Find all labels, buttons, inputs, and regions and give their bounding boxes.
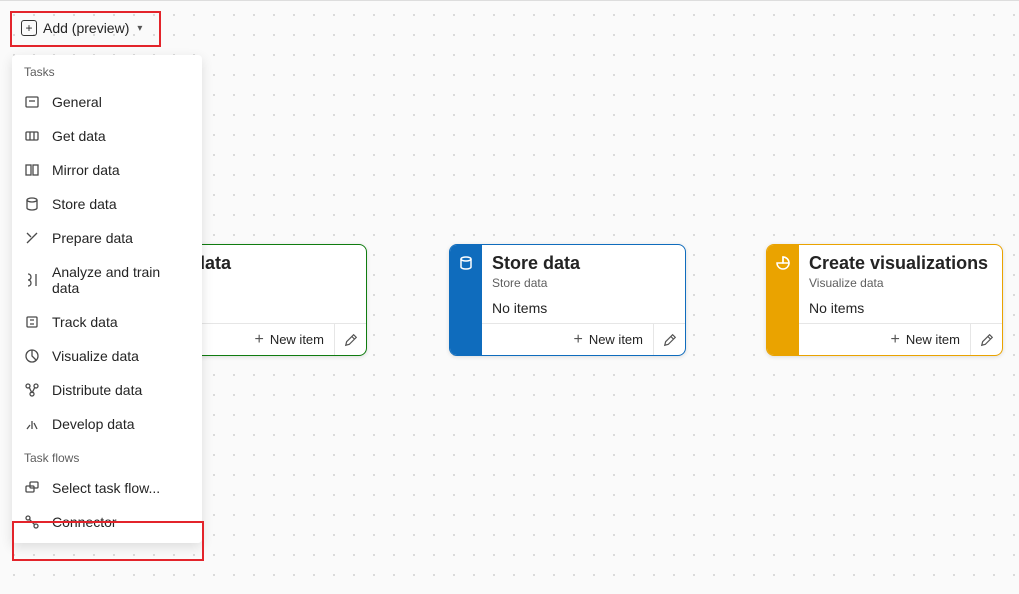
menu-item-connector[interactable]: Connector [12, 505, 202, 539]
add-label: Add (preview) [43, 20, 129, 36]
plus-icon: + [254, 332, 263, 348]
menu-item-label: Prepare data [52, 230, 133, 246]
card-stripe [450, 245, 482, 355]
distribute-data-icon [24, 382, 40, 398]
card-status: No items [492, 300, 675, 316]
task-card-store-data[interactable]: Store data Store data No items + New ite… [449, 244, 686, 356]
section-label-tasks: Tasks [12, 61, 202, 85]
menu-item-general[interactable]: General [12, 85, 202, 119]
plus-icon: + [573, 332, 582, 348]
menu-item-label: General [52, 94, 102, 110]
menu-item-label: Track data [52, 314, 118, 330]
menu-item-label: Get data [52, 128, 106, 144]
visualize-data-icon [24, 348, 40, 364]
pencil-icon [344, 333, 358, 347]
plus-icon: + [890, 332, 899, 348]
store-data-icon [24, 196, 40, 212]
menu-item-visualize-data[interactable]: Visualize data [12, 339, 202, 373]
menu-item-track-data[interactable]: Track data [12, 305, 202, 339]
menu-item-label: Develop data [52, 416, 135, 432]
menu-item-label: Connector [52, 514, 117, 530]
menu-item-prepare-data[interactable]: Prepare data [12, 221, 202, 255]
menu-item-distribute-data[interactable]: Distribute data [12, 373, 202, 407]
card-subtitle: Visualize data [809, 276, 992, 290]
mirror-data-icon [24, 162, 40, 178]
menu-item-select-task-flow[interactable]: Select task flow... [12, 471, 202, 505]
card-title: Create visualizations [809, 253, 992, 274]
new-item-label: New item [589, 332, 643, 347]
menu-item-label: Select task flow... [52, 480, 160, 496]
menu-item-develop-data[interactable]: Develop data [12, 407, 202, 441]
new-item-button[interactable]: + New item [244, 324, 334, 355]
edit-button[interactable] [334, 324, 366, 355]
card-stripe [767, 245, 799, 355]
menu-item-analyze-data[interactable]: Analyze and train data [12, 255, 202, 305]
general-icon [24, 94, 40, 110]
section-label-flows: Task flows [12, 447, 202, 471]
develop-data-icon [24, 416, 40, 432]
database-icon [458, 255, 474, 271]
track-data-icon [24, 314, 40, 330]
card-status: No items [809, 300, 992, 316]
task-card-visualize[interactable]: Create visualizations Visualize data No … [766, 244, 1003, 356]
add-dropdown: Tasks General Get data Mirror data Store… [12, 55, 202, 543]
new-item-label: New item [270, 332, 324, 347]
new-item-button[interactable]: + New item [563, 324, 653, 355]
menu-item-label: Visualize data [52, 348, 139, 364]
chevron-down-icon: ▾ [137, 23, 142, 34]
new-item-label: New item [906, 332, 960, 347]
prepare-data-icon [24, 230, 40, 246]
connector-icon [24, 514, 40, 530]
card-subtitle: Store data [492, 276, 675, 290]
menu-item-label: Store data [52, 196, 117, 212]
edit-button[interactable] [970, 324, 1002, 355]
pie-chart-icon [775, 255, 791, 271]
menu-item-label: Mirror data [52, 162, 120, 178]
analyze-data-icon [24, 272, 40, 288]
pencil-icon [663, 333, 677, 347]
new-item-button[interactable]: + New item [880, 324, 970, 355]
menu-item-mirror-data[interactable]: Mirror data [12, 153, 202, 187]
pencil-icon [980, 333, 994, 347]
select-flow-icon [24, 480, 40, 496]
plus-box-icon: + [21, 20, 37, 36]
add-preview-button[interactable]: + Add (preview) ▾ [13, 14, 150, 42]
menu-item-get-data[interactable]: Get data [12, 119, 202, 153]
menu-item-store-data[interactable]: Store data [12, 187, 202, 221]
card-title: Store data [492, 253, 675, 274]
get-data-icon [24, 128, 40, 144]
menu-item-label: Analyze and train data [52, 264, 190, 296]
edit-button[interactable] [653, 324, 685, 355]
menu-item-label: Distribute data [52, 382, 142, 398]
